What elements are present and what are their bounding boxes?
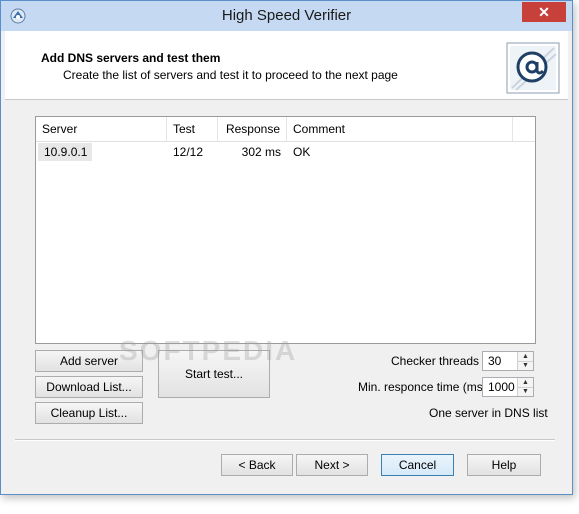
cell-server: 10.9.0.1 — [38, 143, 92, 161]
download-list-button[interactable]: Download List... — [35, 376, 143, 398]
back-button[interactable]: < Back — [221, 454, 293, 476]
start-test-button[interactable]: Start test... — [158, 350, 270, 398]
help-button[interactable]: Help — [467, 454, 541, 476]
threads-value[interactable]: 30 — [488, 352, 501, 370]
spin-down-icon[interactable]: ▼ — [518, 361, 533, 370]
cell-comment: OK — [293, 145, 311, 159]
verifier-window: High Speed Verifier ✕ Add DNS servers an… — [0, 0, 573, 495]
column-response[interactable]: Response — [218, 117, 287, 141]
wizard-header: Add DNS servers and test them Create the… — [5, 31, 568, 100]
threads-stepper[interactable]: 30 ▲ ▼ — [482, 351, 534, 371]
cell-response: 302 ms — [241, 145, 281, 159]
window-title: High Speed Verifier — [221, 7, 352, 24]
dns-server-list[interactable]: Server Test Response Comment 10.9.0.1 12… — [35, 116, 536, 344]
min-response-spin-arrows[interactable]: ▲ ▼ — [517, 378, 533, 396]
next-button[interactable]: Next > — [296, 454, 368, 476]
min-response-value[interactable]: 1000 — [488, 378, 515, 396]
footer-separator — [15, 439, 555, 441]
close-button[interactable]: ✕ — [522, 2, 566, 22]
email-at-icon — [506, 42, 560, 94]
table-row[interactable]: 10.9.0.1 12/12 302 ms OK — [36, 143, 535, 163]
min-response-label: Min. responce time (ms): — [358, 380, 491, 394]
title-bar[interactable]: High Speed Verifier ✕ — [1, 1, 572, 31]
header-title: Add DNS servers and test them — [41, 51, 221, 65]
add-server-button[interactable]: Add server — [35, 350, 143, 372]
spin-down-icon[interactable]: ▼ — [518, 387, 533, 396]
cancel-button[interactable]: Cancel — [381, 454, 454, 476]
threads-label: Checker threads : — [391, 354, 486, 368]
status-text: One server in DNS list — [429, 406, 548, 420]
column-test[interactable]: Test — [167, 117, 218, 141]
threads-spin-arrows[interactable]: ▲ ▼ — [517, 352, 533, 370]
cell-test: 12/12 — [173, 145, 204, 159]
cleanup-list-button[interactable]: Cleanup List... — [35, 402, 143, 424]
list-header: Server Test Response Comment — [36, 117, 535, 142]
min-response-stepper[interactable]: 1000 ▲ ▼ — [482, 377, 534, 397]
header-subtitle: Create the list of servers and test it t… — [63, 68, 398, 82]
column-server[interactable]: Server — [36, 117, 167, 141]
column-comment[interactable]: Comment — [287, 117, 513, 141]
